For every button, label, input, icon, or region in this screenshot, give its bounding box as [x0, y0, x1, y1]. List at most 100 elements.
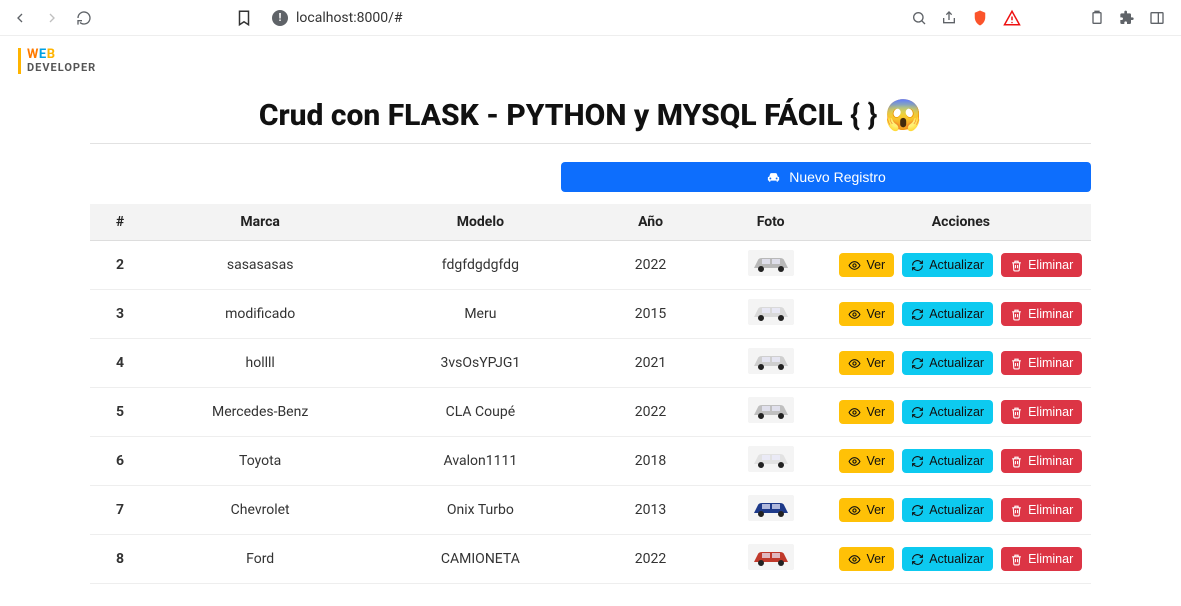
view-label: Ver — [866, 454, 885, 468]
cell-foto — [711, 339, 831, 388]
cell-ano: 2021 — [590, 339, 710, 388]
cell-marca: Ford — [150, 535, 370, 584]
car-thumbnail — [748, 348, 794, 374]
site-logo: WEB DEVELOPER — [0, 36, 1181, 80]
cell-foto — [711, 437, 831, 486]
delete-label: Eliminar — [1028, 454, 1073, 468]
back-button[interactable] — [8, 6, 32, 30]
scream-emoji: 😱 — [885, 98, 922, 133]
delete-button[interactable]: Eliminar — [1001, 449, 1082, 473]
delete-label: Eliminar — [1028, 552, 1073, 566]
forward-button[interactable] — [40, 6, 64, 30]
logo-letter: W — [27, 47, 39, 62]
update-label: Actualizar — [929, 552, 984, 566]
table-row: 2 sasasasas fdgfdgdgfdg 2022 Ver Actuali… — [90, 241, 1091, 290]
update-button[interactable]: Actualizar — [902, 253, 993, 277]
car-thumbnail — [748, 544, 794, 570]
view-button[interactable]: Ver — [839, 302, 894, 326]
cell-modelo: CLA Coupé — [370, 388, 590, 437]
clipboard-icon[interactable] — [1089, 10, 1105, 26]
bookmark-icon[interactable] — [232, 6, 256, 30]
view-label: Ver — [866, 356, 885, 370]
refresh-icon — [911, 455, 924, 468]
cell-marca: Toyota — [150, 437, 370, 486]
eye-icon — [848, 259, 861, 272]
browser-toolbar: ! localhost:8000/# — [0, 0, 1181, 36]
delete-button[interactable]: Eliminar — [1001, 498, 1082, 522]
cell-marca: Chevrolet — [150, 486, 370, 535]
refresh-icon — [911, 308, 924, 321]
trash-icon — [1010, 504, 1023, 517]
cell-ano: 2022 — [590, 535, 710, 584]
update-label: Actualizar — [929, 503, 984, 517]
update-label: Actualizar — [929, 356, 984, 370]
site-info-icon[interactable]: ! — [272, 10, 288, 26]
car-thumbnail — [748, 495, 794, 521]
update-button[interactable]: Actualizar — [902, 400, 993, 424]
sidepanel-icon[interactable] — [1149, 10, 1165, 26]
update-button[interactable]: Actualizar — [902, 449, 993, 473]
trash-icon — [1010, 308, 1023, 321]
cell-actions: Ver Actualizar Eliminar — [831, 486, 1091, 535]
table-row: 3 modificado Meru 2015 Ver Actualizar — [90, 290, 1091, 339]
brave-shield-icon[interactable] — [971, 9, 989, 27]
cell-foto — [711, 388, 831, 437]
view-button[interactable]: Ver — [839, 449, 894, 473]
th-modelo: Modelo — [370, 204, 590, 241]
view-button[interactable]: Ver — [839, 400, 894, 424]
th-acciones: Acciones — [831, 204, 1091, 241]
view-label: Ver — [866, 503, 885, 517]
th-foto: Foto — [711, 204, 831, 241]
update-button[interactable]: Actualizar — [902, 302, 993, 326]
braces-decor: { } — [850, 98, 877, 133]
cell-ano: 2022 — [590, 388, 710, 437]
refresh-icon — [911, 357, 924, 370]
reload-button[interactable] — [72, 6, 96, 30]
delete-label: Eliminar — [1028, 405, 1073, 419]
cell-actions: Ver Actualizar Eliminar — [831, 241, 1091, 290]
new-record-button[interactable]: Nuevo Registro — [561, 162, 1091, 192]
cell-modelo: Avalon1111 — [370, 437, 590, 486]
extension-warning-icon[interactable] — [1003, 9, 1021, 27]
cell-foto — [711, 535, 831, 584]
records-table: # Marca Modelo Año Foto Acciones 2 sasas… — [90, 204, 1091, 584]
delete-button[interactable]: Eliminar — [1001, 302, 1082, 326]
trash-icon — [1010, 406, 1023, 419]
update-button[interactable]: Actualizar — [902, 498, 993, 522]
address-bar[interactable]: ! localhost:8000/# — [264, 10, 903, 26]
th-ano: Año — [590, 204, 710, 241]
logo-subtext: DEVELOPER — [27, 62, 1163, 74]
delete-button[interactable]: Eliminar — [1001, 351, 1082, 375]
cell-id: 4 — [90, 339, 150, 388]
cell-marca: sasasasas — [150, 241, 370, 290]
view-button[interactable]: Ver — [839, 253, 894, 277]
cell-ano: 2013 — [590, 486, 710, 535]
search-icon[interactable] — [911, 10, 927, 26]
share-icon[interactable] — [941, 10, 957, 26]
update-button[interactable]: Actualizar — [902, 351, 993, 375]
cell-id: 7 — [90, 486, 150, 535]
divider — [90, 143, 1091, 144]
update-button[interactable]: Actualizar — [902, 547, 993, 571]
cell-modelo: CAMIONETA — [370, 535, 590, 584]
cell-ano: 2015 — [590, 290, 710, 339]
delete-button[interactable]: Eliminar — [1001, 253, 1082, 277]
cell-actions: Ver Actualizar Eliminar — [831, 290, 1091, 339]
delete-button[interactable]: Eliminar — [1001, 400, 1082, 424]
update-label: Actualizar — [929, 454, 984, 468]
view-button[interactable]: Ver — [839, 351, 894, 375]
view-button[interactable]: Ver — [839, 547, 894, 571]
cell-actions: Ver Actualizar Eliminar — [831, 339, 1091, 388]
view-label: Ver — [866, 307, 885, 321]
eye-icon — [848, 553, 861, 566]
delete-button[interactable]: Eliminar — [1001, 547, 1082, 571]
eye-icon — [848, 504, 861, 517]
extensions-icon[interactable] — [1119, 10, 1135, 26]
cell-marca: modificado — [150, 290, 370, 339]
update-label: Actualizar — [929, 258, 984, 272]
car-thumbnail — [748, 446, 794, 472]
delete-label: Eliminar — [1028, 307, 1073, 321]
view-button[interactable]: Ver — [839, 498, 894, 522]
refresh-icon — [911, 504, 924, 517]
car-thumbnail — [748, 299, 794, 325]
